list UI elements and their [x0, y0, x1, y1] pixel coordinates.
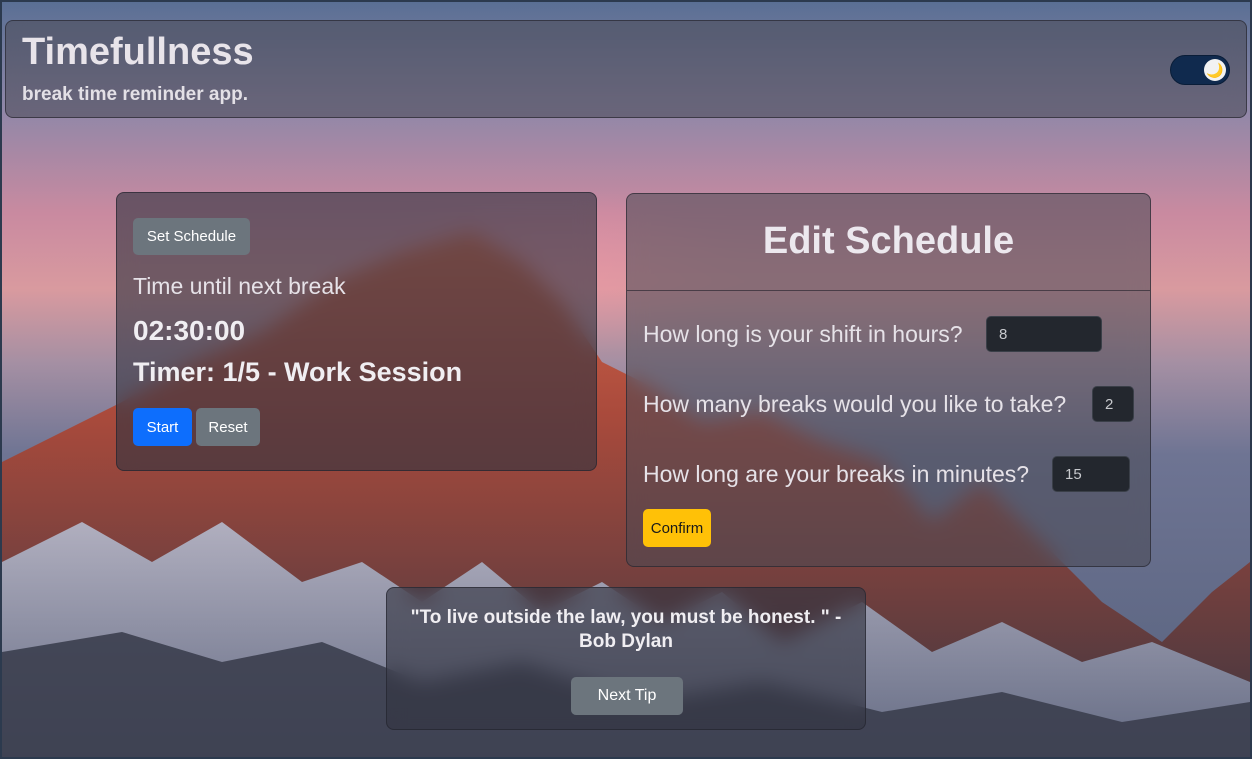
- next-tip-button[interactable]: Next Tip: [571, 677, 683, 715]
- app-header: Timefullness break time reminder app. 🌙: [5, 20, 1247, 118]
- breaks-count-label: How many breaks would you like to take?: [643, 391, 1067, 417]
- break-minutes-input[interactable]: [1052, 456, 1130, 492]
- set-schedule-button[interactable]: Set Schedule: [133, 218, 250, 255]
- edit-schedule-title: Edit Schedule: [762, 220, 1015, 262]
- shift-hours-input[interactable]: [986, 316, 1102, 352]
- shift-hours-label: How long is your shift in hours?: [643, 321, 963, 347]
- breaks-count-input[interactable]: [1092, 386, 1134, 422]
- tip-card: "To live outside the law, you must be ho…: [386, 587, 866, 730]
- start-button[interactable]: Start: [133, 408, 192, 446]
- confirm-button[interactable]: Confirm: [643, 509, 711, 547]
- timer-card: Set Schedule Time until next break 02:30…: [116, 192, 597, 471]
- theme-toggle[interactable]: 🌙: [1170, 55, 1230, 85]
- app-title: Timefullness: [22, 31, 254, 73]
- moon-icon: 🌙: [1204, 59, 1226, 81]
- time-until-label: Time until next break: [133, 273, 346, 299]
- tip-quote: "To live outside the law, you must be ho…: [410, 607, 842, 652]
- session-status: Timer: 1/5 - Work Session: [133, 357, 463, 387]
- edit-schedule-card: Edit Schedule How long is your shift in …: [626, 193, 1151, 567]
- divider: [627, 290, 1150, 291]
- countdown-display: 02:30:00: [133, 315, 246, 346]
- break-minutes-label: How long are your breaks in minutes?: [643, 461, 1030, 487]
- reset-button[interactable]: Reset: [196, 408, 260, 446]
- app-subtitle: break time reminder app.: [22, 84, 248, 105]
